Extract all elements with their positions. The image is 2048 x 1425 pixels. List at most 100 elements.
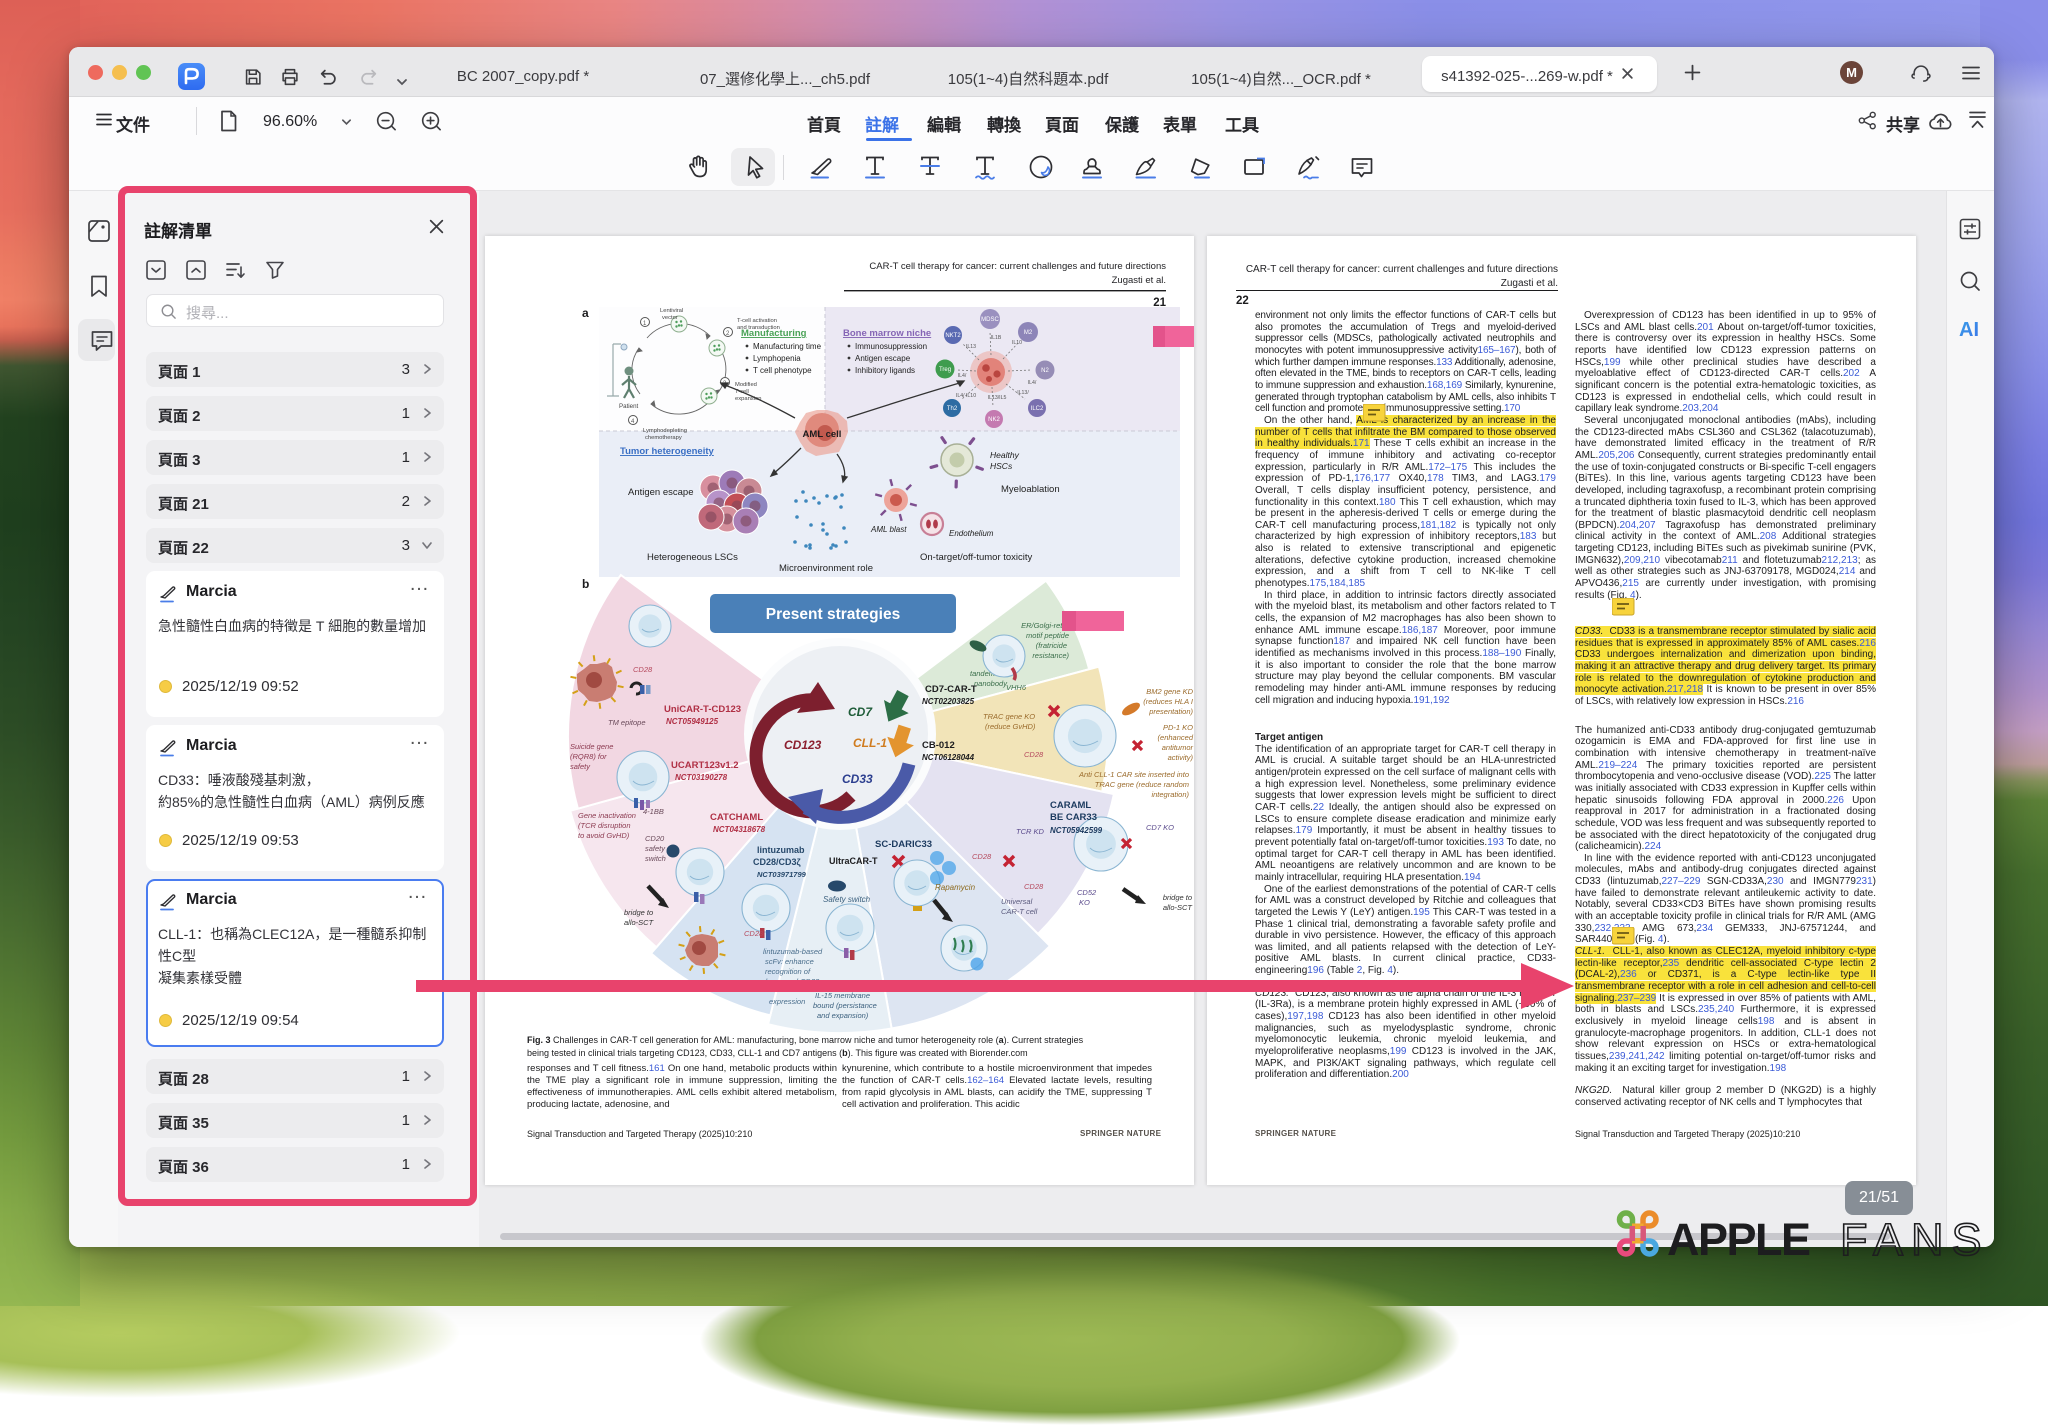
svg-text:T cell phenotype: T cell phenotype	[753, 366, 812, 375]
svg-text:allo-SCT: allo-SCT	[624, 918, 655, 927]
svg-text:activity): activity)	[1168, 753, 1194, 762]
svg-text:(reduces HLA I: (reduces HLA I	[1143, 697, 1193, 706]
svg-text:NCT06128044: NCT06128044	[922, 753, 975, 762]
svg-text:Gene inactivation: Gene inactivation	[578, 811, 636, 820]
svg-text:APPLE: APPLE	[1667, 1214, 1810, 1262]
svg-text:Patient: Patient	[619, 403, 639, 410]
svg-text:Lymphodepleting: Lymphodepleting	[643, 428, 687, 434]
svg-text:CLL-1: CLL-1	[853, 736, 887, 750]
svg-text:Treg: Treg	[939, 367, 951, 373]
svg-text:a: a	[582, 306, 589, 320]
svg-text:lintuzumab: lintuzumab	[757, 845, 805, 855]
svg-text:Safety switch: Safety switch	[823, 895, 871, 904]
svg-text:Rapamycin: Rapamycin	[935, 883, 976, 892]
svg-text:integration): integration)	[1151, 790, 1189, 799]
svg-text:BM2 gene KD: BM2 gene KD	[1146, 687, 1193, 696]
svg-text:NKT2: NKT2	[945, 333, 961, 339]
svg-text:N2: N2	[1041, 368, 1049, 374]
svg-text:HSCs: HSCs	[990, 461, 1013, 471]
svg-text:TM epitope: TM epitope	[608, 718, 646, 727]
svg-text:allo-SCT: allo-SCT	[1163, 903, 1194, 912]
svg-text:IL10: IL10	[1012, 340, 1022, 346]
svg-text:Modified: Modified	[735, 382, 757, 388]
svg-text:Antigen escape: Antigen escape	[855, 354, 911, 363]
svg-text:Manufacturing: Manufacturing	[741, 328, 807, 339]
svg-text:On-target/off-tumor toxicity: On-target/off-tumor toxicity	[920, 552, 1033, 563]
svg-text:CARAML: CARAML	[1050, 800, 1091, 811]
svg-text:bridge to: bridge to	[1163, 893, 1192, 902]
svg-text:vector: vector	[662, 315, 678, 321]
svg-text:Lymphopenia: Lymphopenia	[753, 354, 801, 363]
svg-text:Tumor heterogeneity: Tumor heterogeneity	[620, 446, 714, 457]
svg-text:M2: M2	[1024, 330, 1033, 336]
svg-text:CD33: CD33	[842, 772, 873, 786]
svg-text:(enhanced: (enhanced	[1158, 733, 1194, 742]
svg-text:CD28: CD28	[1024, 750, 1044, 759]
svg-text:lintuzumab-based: lintuzumab-based	[763, 947, 823, 956]
svg-text:CD28: CD28	[972, 852, 992, 861]
svg-text:nanobody: nanobody	[974, 679, 1008, 688]
svg-text:antitumor: antitumor	[1162, 743, 1194, 752]
svg-text:resistance): resistance)	[1032, 651, 1069, 660]
svg-text:presentation): presentation)	[1148, 707, 1193, 716]
svg-text:NCT03971799: NCT03971799	[757, 870, 807, 879]
svg-text:Bone marrow niche: Bone marrow niche	[843, 328, 931, 339]
svg-text:BE CAR33: BE CAR33	[1050, 812, 1097, 823]
svg-text:(reduce GvHD): (reduce GvHD)	[985, 722, 1036, 731]
svg-text:NCT03190278: NCT03190278	[675, 773, 728, 782]
svg-text:NCT02203825: NCT02203825	[922, 697, 975, 706]
svg-text:being tested in clinical trial: being tested in clinical trials targetin…	[527, 1048, 1028, 1058]
svg-text:Fig. 3 Challenges in CAR-T c: Fig. 3 Challenges in CAR-T cell generati…	[527, 1035, 1084, 1045]
svg-text:(fratricide: (fratricide	[1036, 641, 1067, 650]
svg-text:switch: switch	[645, 854, 666, 863]
svg-text:Th2: Th2	[947, 406, 958, 412]
svg-text:NCT05942599: NCT05942599	[1050, 826, 1103, 835]
svg-text:IL4/: IL4/	[1028, 380, 1037, 386]
svg-text:TRAC gene (reduce random: TRAC gene (reduce random	[1095, 780, 1189, 789]
svg-text:to avoid GvHD): to avoid GvHD)	[578, 831, 630, 840]
svg-text:AML blast: AML blast	[870, 525, 907, 534]
svg-text:CD7-CAR-T: CD7-CAR-T	[925, 684, 977, 695]
svg-text:CD7: CD7	[848, 705, 873, 719]
svg-text:UniCAR-T-CD123: UniCAR-T-CD123	[664, 704, 741, 715]
svg-text:Immunosuppression: Immunosuppression	[855, 342, 927, 351]
svg-text:(RQR8) for: (RQR8) for	[570, 752, 607, 761]
svg-text:IL13: IL13	[966, 344, 976, 350]
svg-text:motif peptide: motif peptide	[1026, 631, 1069, 640]
svg-text:CD20: CD20	[645, 834, 665, 843]
svg-text:IL13/IL5: IL13/IL5	[988, 395, 1007, 401]
svg-text:Manufacturing time: Manufacturing time	[753, 342, 822, 351]
svg-text:Microenvironment role: Microenvironment role	[779, 563, 873, 574]
svg-text:ILC2: ILC2	[1031, 406, 1044, 412]
svg-text:4-1BB: 4-1BB	[643, 807, 664, 816]
svg-text:CD28: CD28	[633, 665, 653, 674]
svg-text:NCT05949125: NCT05949125	[666, 717, 719, 726]
svg-text:TCR KD: TCR KD	[1016, 827, 1045, 836]
svg-text:Heterogeneous LSCs: Heterogeneous LSCs	[647, 552, 738, 563]
svg-text:Present strategies: Present strategies	[766, 606, 900, 623]
svg-text:Healthy: Healthy	[990, 450, 1020, 460]
svg-text:Universal: Universal	[1001, 897, 1033, 906]
svg-text:b: b	[582, 577, 589, 591]
svg-text:CD7 KO: CD7 KO	[1146, 823, 1174, 832]
svg-text:Inhibitory ligands: Inhibitory ligands	[855, 366, 915, 375]
svg-text:CD28/CD3ζ: CD28/CD3ζ	[753, 857, 801, 867]
svg-text:AML cell: AML cell	[803, 429, 842, 440]
svg-text:T-cell activation: T-cell activation	[737, 318, 777, 324]
svg-text:SC-DARIC33: SC-DARIC33	[875, 839, 932, 850]
svg-text:NCT04318678: NCT04318678	[713, 825, 766, 834]
svg-text:IL4/ IL10: IL4/ IL10	[956, 393, 976, 399]
svg-text:IL1B: IL1B	[991, 335, 1002, 341]
svg-text:(TCR disruption: (TCR disruption	[578, 821, 631, 830]
svg-text:Anti CLL-1 CAR site inserted i: Anti CLL-1 CAR site inserted into	[1078, 770, 1189, 779]
svg-text:CAR-T cell: CAR-T cell	[1001, 907, 1038, 916]
svg-text:CD52: CD52	[1077, 888, 1097, 897]
svg-text:Suicide gene: Suicide gene	[570, 742, 613, 751]
svg-text:chemotherapy: chemotherapy	[645, 435, 682, 441]
svg-text:IL4/: IL4/	[958, 373, 967, 379]
svg-text:CD28: CD28	[744, 929, 764, 938]
svg-text:CD28: CD28	[1024, 882, 1044, 891]
svg-text:Lentiviral: Lentiviral	[660, 308, 683, 314]
svg-text:TRAC gene KO: TRAC gene KO	[983, 712, 1035, 721]
svg-text:Myeloablation: Myeloablation	[1001, 484, 1060, 495]
